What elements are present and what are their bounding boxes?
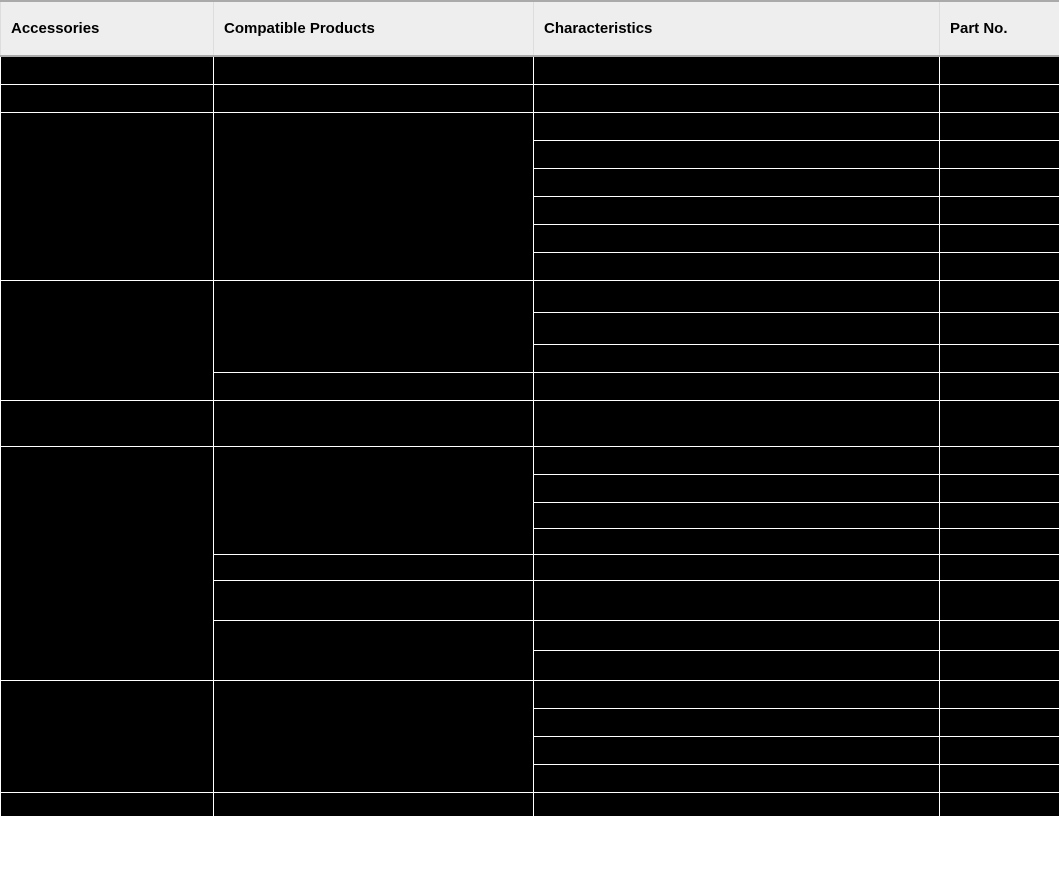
cell-accessories bbox=[1, 112, 214, 280]
cell-accessories bbox=[1, 446, 214, 680]
cell-partno bbox=[940, 196, 1059, 224]
cell-characteristics bbox=[534, 792, 940, 816]
cell-compatible bbox=[214, 446, 534, 554]
cell-characteristics bbox=[534, 502, 940, 528]
table-header-row: Accessories Compatible Products Characte… bbox=[1, 1, 1059, 56]
header-accessories: Accessories bbox=[1, 1, 214, 56]
cell-partno bbox=[940, 446, 1059, 474]
cell-characteristics bbox=[534, 168, 940, 196]
table-row bbox=[1, 680, 1059, 708]
cell-compatible bbox=[214, 580, 534, 620]
cell-characteristics bbox=[534, 708, 940, 736]
cell-characteristics bbox=[534, 84, 940, 112]
cell-characteristics bbox=[534, 650, 940, 680]
cell-partno bbox=[940, 84, 1059, 112]
table-row bbox=[1, 112, 1059, 140]
cell-accessories bbox=[1, 280, 214, 400]
cell-characteristics bbox=[534, 224, 940, 252]
cell-compatible bbox=[214, 400, 534, 446]
cell-partno bbox=[940, 112, 1059, 140]
cell-accessories bbox=[1, 792, 214, 816]
cell-characteristics bbox=[534, 196, 940, 224]
cell-compatible bbox=[214, 554, 534, 580]
cell-compatible bbox=[214, 280, 534, 372]
header-characteristics: Characteristics bbox=[534, 1, 940, 56]
cell-partno bbox=[940, 280, 1059, 312]
cell-characteristics bbox=[534, 680, 940, 708]
cell-partno bbox=[940, 474, 1059, 502]
cell-characteristics bbox=[534, 764, 940, 792]
cell-characteristics bbox=[534, 554, 940, 580]
header-partno: Part No. bbox=[940, 1, 1059, 56]
table-row bbox=[1, 792, 1059, 816]
cell-partno bbox=[940, 400, 1059, 446]
accessories-table: Accessories Compatible Products Characte… bbox=[0, 0, 1059, 817]
cell-partno bbox=[940, 344, 1059, 372]
cell-characteristics bbox=[534, 140, 940, 168]
table-row bbox=[1, 400, 1059, 446]
cell-accessories bbox=[1, 56, 214, 84]
cell-characteristics bbox=[534, 56, 940, 84]
cell-partno bbox=[940, 56, 1059, 84]
cell-accessories bbox=[1, 84, 214, 112]
cell-partno bbox=[940, 580, 1059, 620]
cell-characteristics bbox=[534, 528, 940, 554]
table-row bbox=[1, 446, 1059, 474]
cell-characteristics bbox=[534, 372, 940, 400]
cell-partno bbox=[940, 502, 1059, 528]
cell-characteristics bbox=[534, 446, 940, 474]
cell-partno bbox=[940, 312, 1059, 344]
cell-partno bbox=[940, 224, 1059, 252]
cell-compatible bbox=[214, 84, 534, 112]
cell-characteristics bbox=[534, 620, 940, 650]
cell-partno bbox=[940, 764, 1059, 792]
cell-characteristics bbox=[534, 312, 940, 344]
cell-partno bbox=[940, 680, 1059, 708]
cell-partno bbox=[940, 372, 1059, 400]
cell-characteristics bbox=[534, 112, 940, 140]
cell-compatible bbox=[214, 372, 534, 400]
cell-partno bbox=[940, 252, 1059, 280]
cell-partno bbox=[940, 736, 1059, 764]
cell-compatible bbox=[214, 56, 534, 84]
cell-partno bbox=[940, 792, 1059, 816]
table-row bbox=[1, 280, 1059, 312]
cell-accessories bbox=[1, 400, 214, 446]
cell-characteristics bbox=[534, 580, 940, 620]
cell-compatible bbox=[214, 792, 534, 816]
cell-partno bbox=[940, 708, 1059, 736]
cell-compatible bbox=[214, 112, 534, 280]
cell-partno bbox=[940, 140, 1059, 168]
cell-partno bbox=[940, 528, 1059, 554]
cell-characteristics bbox=[534, 474, 940, 502]
cell-compatible bbox=[214, 680, 534, 792]
cell-compatible bbox=[214, 620, 534, 680]
header-compatible: Compatible Products bbox=[214, 1, 534, 56]
cell-partno bbox=[940, 554, 1059, 580]
cell-partno bbox=[940, 168, 1059, 196]
table-row bbox=[1, 56, 1059, 84]
cell-partno bbox=[940, 650, 1059, 680]
cell-accessories bbox=[1, 680, 214, 792]
table-row bbox=[1, 84, 1059, 112]
cell-characteristics bbox=[534, 400, 940, 446]
cell-characteristics bbox=[534, 736, 940, 764]
cell-partno bbox=[940, 620, 1059, 650]
table-body bbox=[1, 56, 1059, 816]
cell-characteristics bbox=[534, 344, 940, 372]
cell-characteristics bbox=[534, 252, 940, 280]
cell-characteristics bbox=[534, 280, 940, 312]
